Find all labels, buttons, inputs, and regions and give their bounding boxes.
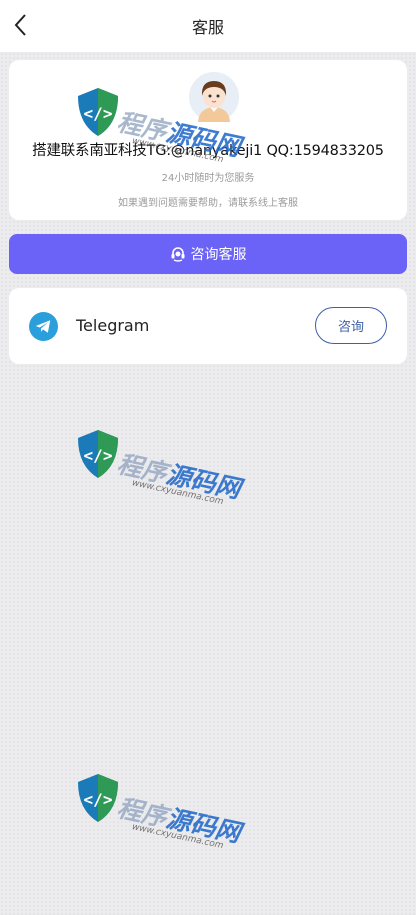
channel-card-telegram: Telegram 咨询 — [9, 288, 407, 364]
watermark-logo: </> 程序源码网 www.cxyuanma.com — [74, 80, 264, 170]
service-hours-text: 24小时随时为您服务 — [161, 173, 255, 184]
consult-support-label: 咨询客服 — [190, 247, 247, 263]
help-text: 如果遇到问题需要帮助，请联系线上客服 — [118, 198, 298, 209]
telegram-consult-button[interactable]: 咨询 — [315, 307, 387, 344]
watermark-logo: </> 程序源码网 www.cxyuanma.com — [74, 766, 264, 856]
svg-text:</>: </> — [84, 104, 113, 123]
telegram-icon — [29, 312, 58, 341]
channel-name: Telegram — [76, 316, 150, 335]
chevron-left-icon — [14, 14, 26, 36]
svg-text:</>: </> — [84, 790, 113, 809]
page-title: 客服 — [191, 18, 224, 37]
headset-icon — [170, 246, 186, 262]
back-button[interactable] — [6, 8, 34, 42]
svg-text:</>: </> — [84, 446, 113, 465]
consult-support-button[interactable]: 咨询客服 — [9, 234, 407, 274]
header-bar: 客服 — [0, 0, 416, 52]
watermark-logo: </> 程序源码网 www.cxyuanma.com — [74, 422, 264, 512]
